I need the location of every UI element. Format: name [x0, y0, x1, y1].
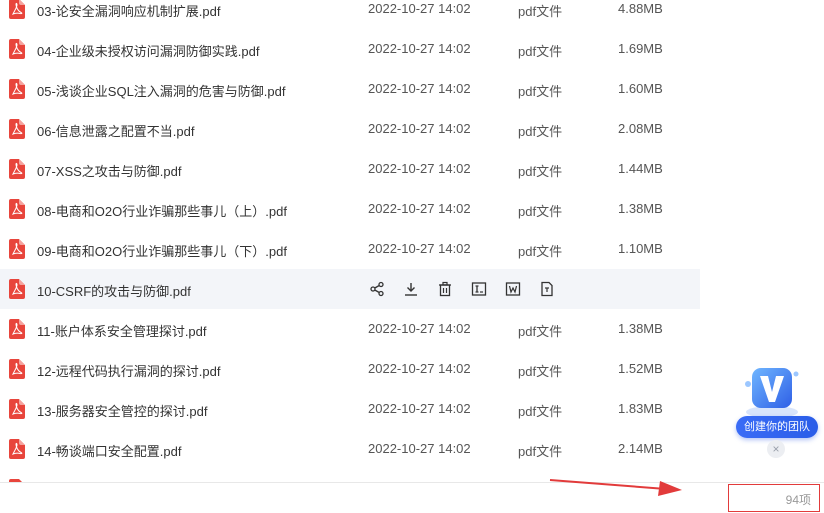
- file-name[interactable]: 11-账户体系安全管理探讨.pdf: [37, 321, 207, 340]
- file-size: 1.38MB: [618, 321, 663, 336]
- team-logo-icon: [745, 368, 799, 418]
- word-icon[interactable]: [504, 280, 522, 298]
- file-row[interactable]: 11-账户体系安全管理探讨.pdf 2022-10-27 14:02 pdf文件 1.…: [0, 309, 700, 349]
- download-icon[interactable]: [402, 280, 420, 298]
- file-row[interactable]: 06-信息泄露之配置不当.pdf 2022-10-27 14:02 pdf文件 2.0…: [0, 109, 700, 149]
- file-type: pdf文件: [518, 204, 563, 219]
- file-name[interactable]: 09-电商和O2O行业诈骗那些事儿（下）.pdf: [37, 241, 287, 260]
- pdf-file-icon: [9, 199, 25, 219]
- file-date: 2022-10-27 14:02: [368, 121, 471, 136]
- file-name[interactable]: 10-CSRF的攻击与防御.pdf: [37, 281, 191, 300]
- pdf-file-icon: [9, 0, 25, 19]
- file-size: 1.83MB: [618, 401, 663, 416]
- file-type: pdf文件: [518, 84, 563, 99]
- close-icon[interactable]: ×: [767, 440, 785, 458]
- file-name[interactable]: 04-企业级未授权访问漏洞防御实践.pdf: [37, 41, 259, 60]
- file-date: 2022-10-27 14:02: [368, 321, 471, 336]
- file-name[interactable]: 08-电商和O2O行业诈骗那些事儿（上）.pdf: [37, 201, 287, 220]
- file-type: pdf文件: [518, 324, 563, 339]
- file-type: pdf文件: [518, 364, 563, 379]
- file-row[interactable]: 10-CSRF的攻击与防御.pdf: [0, 269, 700, 309]
- pdf-file-icon: [9, 279, 25, 299]
- pdf-file-icon: [9, 159, 25, 179]
- file-size: 1.69MB: [618, 41, 663, 56]
- file-date: 2022-10-27 14:02: [368, 1, 471, 16]
- pdf-file-icon: [9, 399, 25, 419]
- file-size: 1.38MB: [618, 201, 663, 216]
- file-date: 2022-10-27 14:02: [368, 401, 471, 416]
- file-date: 2022-10-27 14:02: [368, 441, 471, 456]
- pdf-file-icon: [9, 439, 25, 459]
- file-size: 1.44MB: [618, 161, 663, 176]
- file-name[interactable]: 12-远程代码执行漏洞的探讨.pdf: [37, 361, 220, 380]
- file-name[interactable]: 03-论安全漏洞响应机制扩展.pdf: [37, 1, 220, 20]
- file-size: 1.60MB: [618, 81, 663, 96]
- file-date: 2022-10-27 14:02: [368, 41, 471, 56]
- file-size: 2.08MB: [618, 121, 663, 136]
- delete-icon[interactable]: [436, 280, 454, 298]
- annotation-arrow: [549, 479, 682, 496]
- file-list: 03-论安全漏洞响应机制扩展.pdf 2022-10-27 14:02 pdf文件 4…: [0, 0, 700, 469]
- file-row[interactable]: 07-XSS之攻击与防御.pdf 2022-10-27 14:02 pdf文件 1.4…: [0, 149, 700, 189]
- file-type: pdf文件: [518, 164, 563, 179]
- pdf-file-icon: [9, 39, 25, 59]
- divider: [0, 482, 824, 483]
- pdf-file-icon: [9, 359, 25, 379]
- file-type: pdf文件: [518, 44, 563, 59]
- file-row[interactable]: 14-畅谈端口安全配置.pdf 2022-10-27 14:02 pdf文件 2.14…: [0, 429, 700, 469]
- pdf-file-icon: [9, 319, 25, 339]
- file-row[interactable]: 05-浅谈企业SQL注入漏洞的危害与防御.pdf 2022-10-27 14:02…: [0, 69, 700, 109]
- file-type: pdf文件: [518, 244, 563, 259]
- create-team-widget[interactable]: 创建你的团队 ×: [734, 362, 820, 462]
- pdf-file-icon: [9, 239, 25, 259]
- file-row[interactable]: 12-远程代码执行漏洞的探讨.pdf 2022-10-27 14:02 pdf文件 1…: [0, 349, 700, 389]
- pdf-file-icon: [9, 119, 25, 139]
- file-type: pdf文件: [518, 124, 563, 139]
- file-type: pdf文件: [518, 444, 563, 459]
- row-actions: [368, 280, 572, 298]
- file-date: 2022-10-27 14:02: [368, 361, 471, 376]
- share-icon[interactable]: [368, 280, 386, 298]
- file-size: 2.14MB: [618, 441, 663, 456]
- file-date: 2022-10-27 14:02: [368, 81, 471, 96]
- file-row[interactable]: 13-服务器安全管控的探讨.pdf 2022-10-27 14:02 pdf文件 1.…: [0, 389, 700, 429]
- file-name[interactable]: 14-畅谈端口安全配置.pdf: [37, 441, 181, 460]
- file-name[interactable]: 13-服务器安全管控的探讨.pdf: [37, 401, 207, 420]
- file-type: pdf文件: [518, 4, 563, 19]
- file-date: 2022-10-27 14:02: [368, 161, 471, 176]
- file-size: 1.52MB: [618, 361, 663, 376]
- file-row[interactable]: 04-企业级未授权访问漏洞防御实践.pdf 2022-10-27 14:02 pdf…: [0, 29, 700, 69]
- file-row[interactable]: 08-电商和O2O行业诈骗那些事儿（上）.pdf 2022-10-27 14:02…: [0, 189, 700, 229]
- file-info-icon[interactable]: [538, 280, 556, 298]
- file-name[interactable]: 07-XSS之攻击与防御.pdf: [37, 161, 182, 180]
- file-row[interactable]: 09-电商和O2O行业诈骗那些事儿（下）.pdf 2022-10-27 14:02…: [0, 229, 700, 269]
- file-date: 2022-10-27 14:02: [368, 201, 471, 216]
- file-size: 4.88MB: [618, 1, 663, 16]
- annotation-box: 94项: [728, 484, 820, 512]
- file-type: pdf文件: [518, 404, 563, 419]
- file-name[interactable]: 06-信息泄露之配置不当.pdf: [37, 121, 194, 140]
- file-date: 2022-10-27 14:02: [368, 241, 471, 256]
- item-count: 94项: [785, 493, 811, 507]
- rename-icon[interactable]: [470, 280, 488, 298]
- pdf-file-icon: [9, 79, 25, 99]
- file-row[interactable]: 03-论安全漏洞响应机制扩展.pdf 2022-10-27 14:02 pdf文件 4…: [0, 0, 700, 29]
- file-size: 1.10MB: [618, 241, 663, 256]
- file-name[interactable]: 05-浅谈企业SQL注入漏洞的危害与防御.pdf: [37, 81, 286, 100]
- create-team-button[interactable]: 创建你的团队: [736, 416, 818, 438]
